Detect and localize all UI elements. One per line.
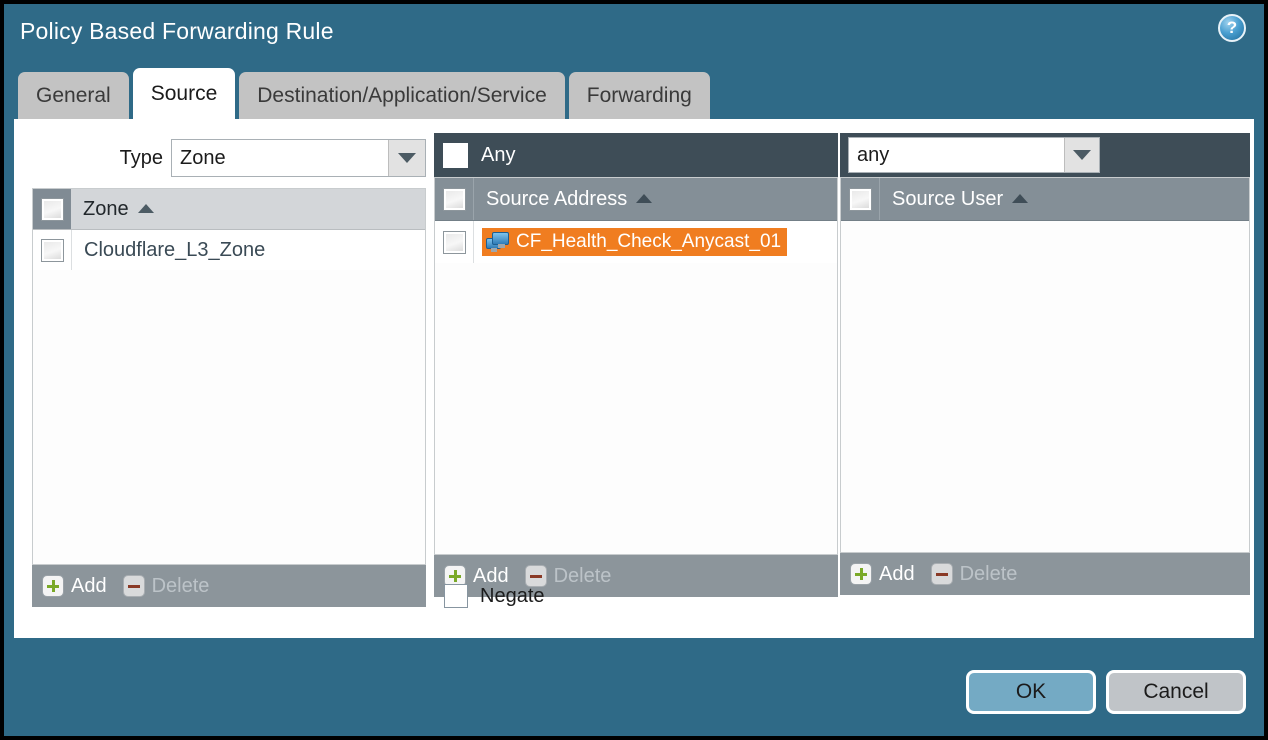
table-row[interactable]: Cloudflare_L3_Zone xyxy=(33,230,425,270)
tab-general[interactable]: General xyxy=(18,72,129,120)
source-address-select-all-cell[interactable] xyxy=(435,178,474,220)
negate-label: Negate xyxy=(480,585,545,608)
source-address-delete-label: Delete xyxy=(554,565,612,588)
zone-row-checkbox-cell[interactable] xyxy=(33,230,72,270)
zone-row-label: Cloudflare_L3_Zone xyxy=(84,239,265,262)
source-tab-panel: Type Zone Zone xyxy=(14,119,1254,638)
source-address-any-checkbox[interactable] xyxy=(444,144,467,167)
sort-ascending-icon xyxy=(636,194,652,203)
zone-column: Type Zone Zone xyxy=(18,125,426,565)
chevron-down-icon[interactable] xyxy=(1064,138,1099,172)
negate-checkbox[interactable] xyxy=(444,584,468,608)
source-address-any-label: Any xyxy=(481,144,515,167)
tab-destination-application-service[interactable]: Destination/Application/Service xyxy=(239,72,565,120)
zone-column-header-label: Zone xyxy=(83,198,129,221)
dialog-title: Policy Based Forwarding Rule xyxy=(20,18,334,45)
source-address-column-header-label: Source Address xyxy=(486,188,627,211)
source-address-row-checkbox[interactable] xyxy=(444,232,465,253)
negate-row: Negate xyxy=(444,584,545,608)
source-user-add-label: Add xyxy=(879,563,915,586)
ok-button-label: OK xyxy=(1016,680,1046,704)
tab-forwarding-label: Forwarding xyxy=(587,84,692,108)
source-address-row-checkbox-cell[interactable] xyxy=(435,221,474,263)
zone-row-checkbox[interactable] xyxy=(42,240,63,261)
source-address-column-header[interactable]: Source Address xyxy=(474,178,837,220)
minus-icon xyxy=(123,575,145,597)
dialog-titlebar: Policy Based Forwarding Rule ? xyxy=(4,4,1264,66)
source-user-list-footer: Add Delete xyxy=(840,553,1250,595)
tab-general-label: General xyxy=(36,84,111,108)
source-address-column: Any Source Address xyxy=(434,125,838,575)
plus-icon xyxy=(42,575,64,597)
source-address-any-bar: Any xyxy=(434,133,838,177)
tab-destination-label: Destination/Application/Service xyxy=(257,84,547,108)
help-circle-icon[interactable]: ? xyxy=(1218,14,1246,42)
source-user-column-header[interactable]: Source User xyxy=(880,178,1249,220)
ok-button[interactable]: OK xyxy=(966,670,1096,714)
sort-ascending-icon xyxy=(1012,194,1028,203)
cancel-button-label: Cancel xyxy=(1143,680,1208,704)
source-user-delete-button[interactable]: Delete xyxy=(931,563,1018,586)
source-user-list-header: Source User xyxy=(841,178,1249,221)
source-address-row-label: CF_Health_Check_Anycast_01 xyxy=(516,231,781,253)
cancel-button[interactable]: Cancel xyxy=(1106,670,1246,714)
tab-source-label: Source xyxy=(151,82,218,106)
source-address-select-all-checkbox[interactable] xyxy=(444,189,465,210)
chevron-down-icon[interactable] xyxy=(388,140,425,176)
tab-source[interactable]: Source xyxy=(133,68,236,120)
source-user-column-header-label: Source User xyxy=(892,188,1003,211)
zone-add-label: Add xyxy=(71,575,107,598)
minus-icon xyxy=(931,563,953,585)
source-user-select-value: any xyxy=(849,144,1064,167)
source-user-select-all-checkbox[interactable] xyxy=(850,189,871,210)
zone-list: Zone Cloudflare_L3_Zone xyxy=(32,188,426,565)
zone-select-all-checkbox[interactable] xyxy=(42,199,63,220)
type-select[interactable]: Zone xyxy=(171,139,426,177)
type-field-row: Type Zone xyxy=(18,139,426,177)
zone-delete-label: Delete xyxy=(152,575,210,598)
source-address-list: Source Address CF_Health_Check_Anycast xyxy=(434,177,838,555)
source-user-add-button[interactable]: Add xyxy=(850,563,915,586)
source-user-delete-label: Delete xyxy=(960,563,1018,586)
policy-based-forwarding-rule-dialog: Policy Based Forwarding Rule ? General S… xyxy=(4,4,1264,736)
zone-delete-button[interactable]: Delete xyxy=(123,575,210,598)
source-user-select-all-cell[interactable] xyxy=(841,178,880,220)
source-user-selector-bar: any xyxy=(840,133,1250,177)
source-user-list: Source User xyxy=(840,177,1250,553)
zone-list-header: Zone xyxy=(33,189,425,230)
table-row[interactable]: CF_Health_Check_Anycast_01 xyxy=(435,221,837,263)
source-user-select[interactable]: any xyxy=(848,137,1100,173)
zone-list-footer: Add Delete xyxy=(32,565,426,607)
zone-column-header[interactable]: Zone xyxy=(71,189,425,229)
source-address-list-header: Source Address xyxy=(435,178,837,221)
source-address-row-content: CF_Health_Check_Anycast_01 xyxy=(474,221,837,263)
zone-select-all-cell[interactable] xyxy=(33,189,71,229)
zone-add-button[interactable]: Add xyxy=(42,575,107,598)
type-select-value: Zone xyxy=(172,147,388,170)
type-label: Type xyxy=(120,147,163,170)
zone-row-label-cell: Cloudflare_L3_Zone xyxy=(72,230,425,270)
sort-ascending-icon xyxy=(138,204,154,213)
plus-icon xyxy=(850,563,872,585)
tab-bar: General Source Destination/Application/S… xyxy=(18,68,710,120)
tab-forwarding[interactable]: Forwarding xyxy=(569,72,710,120)
source-user-column: any Source User Add xyxy=(840,125,1250,575)
status-badge[interactable]: CF_Health_Check_Anycast_01 xyxy=(482,228,787,256)
address-object-icon xyxy=(486,232,510,252)
